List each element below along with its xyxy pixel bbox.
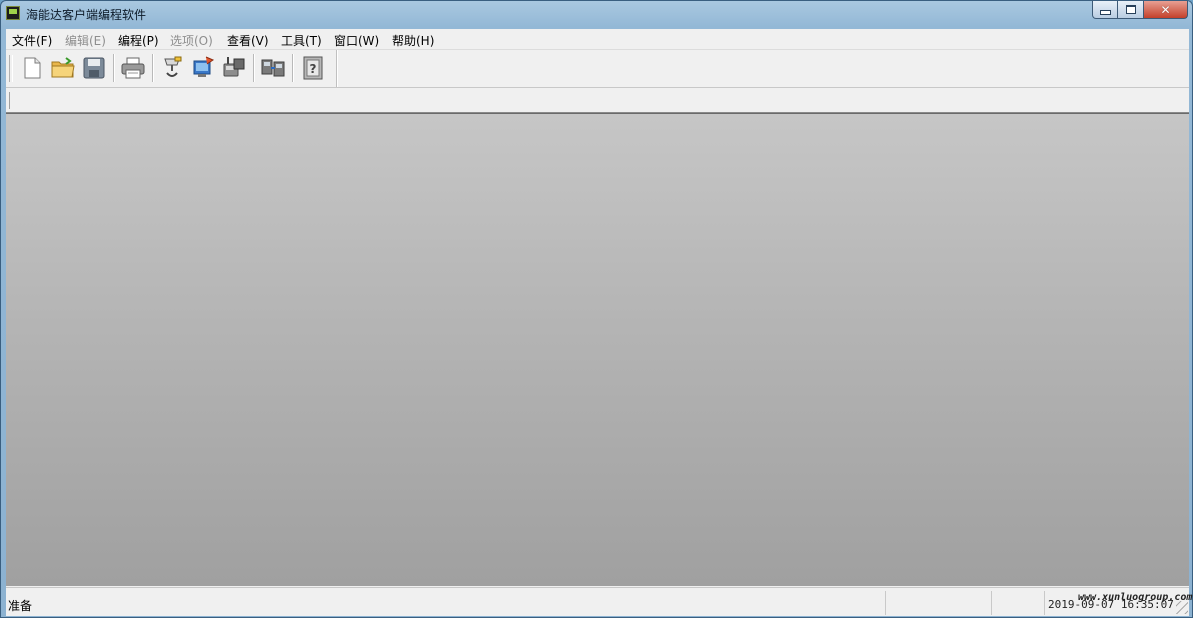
window-controls: ✕ bbox=[1092, 1, 1188, 20]
toolbar: ? bbox=[6, 50, 1189, 88]
close-button[interactable]: ✕ bbox=[1144, 1, 1188, 19]
radio-device-icon bbox=[223, 57, 245, 77]
minimize-icon bbox=[1099, 10, 1111, 15]
help-button[interactable]: ? bbox=[301, 56, 325, 80]
svg-text:?: ? bbox=[310, 62, 317, 76]
write-radio-icon bbox=[193, 56, 215, 77]
title-bar[interactable]: 海能达客户端编程软件 ✕ bbox=[1, 1, 1192, 28]
window-title: 海能达客户端编程软件 bbox=[26, 8, 147, 22]
secondary-toolbar bbox=[6, 88, 1189, 113]
toolbar-separator bbox=[292, 54, 294, 82]
status-bar: 准备 www.xunluogroup.com 2019-09-07 16:35:… bbox=[6, 587, 1192, 616]
menu-view[interactable]: 查看(V) bbox=[227, 32, 269, 49]
secondary-toolbar-grip[interactable] bbox=[9, 92, 10, 109]
menu-edit[interactable]: 编辑(E) bbox=[65, 32, 106, 49]
maximize-icon bbox=[1125, 5, 1136, 14]
maximize-button[interactable] bbox=[1118, 1, 1144, 19]
open-folder-icon bbox=[51, 57, 75, 78]
status-pane bbox=[885, 591, 886, 615]
toolbar-separator bbox=[152, 54, 154, 82]
menu-tools[interactable]: 工具(T) bbox=[281, 32, 322, 49]
toolbar-separator bbox=[113, 54, 115, 82]
minimize-button[interactable] bbox=[1092, 1, 1118, 19]
save-button[interactable] bbox=[82, 56, 106, 80]
status-pane bbox=[991, 591, 992, 615]
radio-device-button[interactable] bbox=[222, 56, 246, 80]
clone-radio-button[interactable] bbox=[261, 56, 285, 80]
main-window: 海能达客户端编程软件 ✕ 文件(F) 编辑(E) 编程(P) 选项(O) 查看(… bbox=[0, 0, 1193, 618]
menu-options[interactable]: 选项(O) bbox=[170, 32, 213, 49]
clone-radio-icon bbox=[261, 59, 285, 77]
status-pane bbox=[1044, 591, 1045, 615]
read-radio-icon bbox=[164, 56, 182, 77]
print-button[interactable] bbox=[121, 56, 145, 80]
menu-help[interactable]: 帮助(H) bbox=[392, 32, 434, 49]
app-icon[interactable] bbox=[6, 6, 20, 20]
toolbar-separator bbox=[253, 54, 255, 82]
status-text: 准备 bbox=[8, 599, 33, 613]
read-radio-button[interactable] bbox=[160, 56, 184, 80]
print-icon bbox=[121, 57, 145, 79]
help-icon: ? bbox=[303, 56, 323, 80]
toolbar-grip[interactable] bbox=[9, 55, 13, 82]
menu-program[interactable]: 编程(P) bbox=[118, 32, 159, 49]
mdi-workspace[interactable] bbox=[6, 113, 1189, 586]
menu-bar: 文件(F) 编辑(E) 编程(P) 选项(O) 查看(V) 工具(T) 窗口(W… bbox=[6, 29, 1189, 50]
new-file-icon bbox=[24, 57, 41, 79]
client-area: 文件(F) 编辑(E) 编程(P) 选项(O) 查看(V) 工具(T) 窗口(W… bbox=[6, 29, 1192, 616]
write-radio-button[interactable] bbox=[191, 56, 215, 80]
menu-file[interactable]: 文件(F) bbox=[12, 32, 52, 49]
status-datetime: 2019-09-07 16:35:07 bbox=[1048, 598, 1174, 611]
toolbar-end-divider bbox=[336, 50, 338, 87]
menu-window[interactable]: 窗口(W) bbox=[334, 32, 379, 49]
close-icon: ✕ bbox=[1160, 2, 1171, 17]
resize-grip[interactable] bbox=[1176, 601, 1188, 614]
new-button[interactable] bbox=[20, 56, 44, 80]
open-button[interactable] bbox=[51, 56, 75, 80]
save-icon bbox=[83, 57, 105, 79]
